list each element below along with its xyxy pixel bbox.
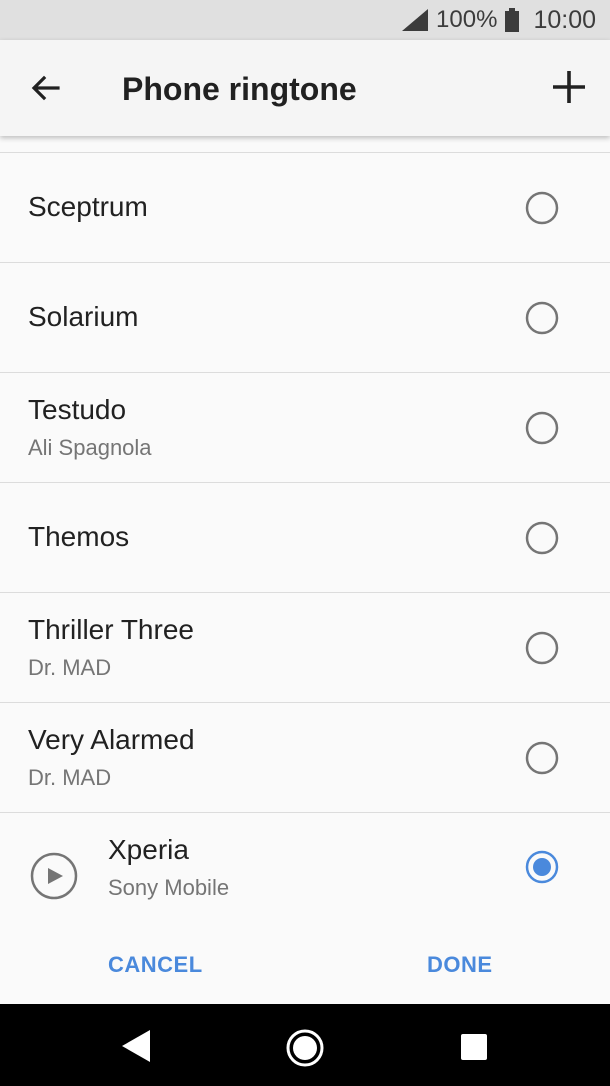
ringtone-title: Themos (28, 521, 130, 552)
status-clock: 10:00 (533, 5, 596, 34)
dialog-buttons: CANCEL DONE (0, 934, 610, 998)
ringtone-title: Xperia (108, 834, 189, 865)
ringtone-item-thriller-three[interactable]: Thriller Three Dr. MAD (0, 593, 610, 702)
ringtone-item-sceptrum[interactable]: Sceptrum (0, 153, 610, 262)
ringtone-title: Very Alarmed (28, 724, 195, 755)
ringtone-title: Testudo (28, 394, 127, 425)
radio-checked-icon[interactable] (525, 850, 559, 884)
page-title: Phone ringtone (122, 71, 357, 107)
ringtone-artist: Ali Spagnola (28, 435, 152, 460)
ringtone-item-xperia[interactable]: Xperia Sony Mobile (0, 813, 610, 922)
navigation-bar (0, 1004, 610, 1086)
done-button[interactable]: DONE (427, 952, 493, 978)
nav-back-icon[interactable] (120, 1028, 152, 1064)
ringtone-title: Sceptrum (28, 191, 148, 222)
ringtone-item-solarium[interactable]: Solarium (0, 263, 610, 372)
radio-unchecked-icon[interactable] (525, 741, 559, 775)
radio-unchecked-icon[interactable] (525, 521, 559, 555)
ringtone-artist: Dr. MAD (28, 765, 112, 790)
ringtone-title: Thriller Three (28, 614, 194, 645)
battery-icon (505, 8, 520, 32)
nav-recents-icon[interactable] (461, 1034, 487, 1060)
play-icon[interactable] (29, 851, 79, 901)
radio-unchecked-icon[interactable] (525, 191, 559, 225)
radio-unchecked-icon[interactable] (525, 411, 559, 445)
ringtone-list: Sceptrum Solarium Testudo Ali Spagnola T… (0, 152, 610, 922)
battery-percent: 100% (436, 6, 498, 33)
radio-unchecked-icon[interactable] (525, 301, 559, 335)
ringtone-item-very-alarmed[interactable]: Very Alarmed Dr. MAD (0, 703, 610, 812)
radio-unchecked-icon[interactable] (525, 631, 559, 665)
ringtone-title: Solarium (28, 301, 139, 332)
cancel-button[interactable]: CANCEL (108, 952, 203, 978)
ringtone-artist: Sony Mobile (108, 875, 230, 900)
ringtone-item-testudo[interactable]: Testudo Ali Spagnola (0, 373, 610, 482)
signal-icon (402, 9, 429, 31)
status-bar: 100% 10:00 (0, 0, 610, 40)
ringtone-item-themos[interactable]: Themos (0, 483, 610, 592)
app-bar: Phone ringtone (0, 40, 610, 136)
add-icon[interactable] (550, 68, 588, 106)
ringtone-artist: Dr. MAD (28, 655, 112, 680)
back-arrow-icon[interactable] (28, 70, 64, 106)
nav-home-icon[interactable] (285, 1028, 325, 1068)
